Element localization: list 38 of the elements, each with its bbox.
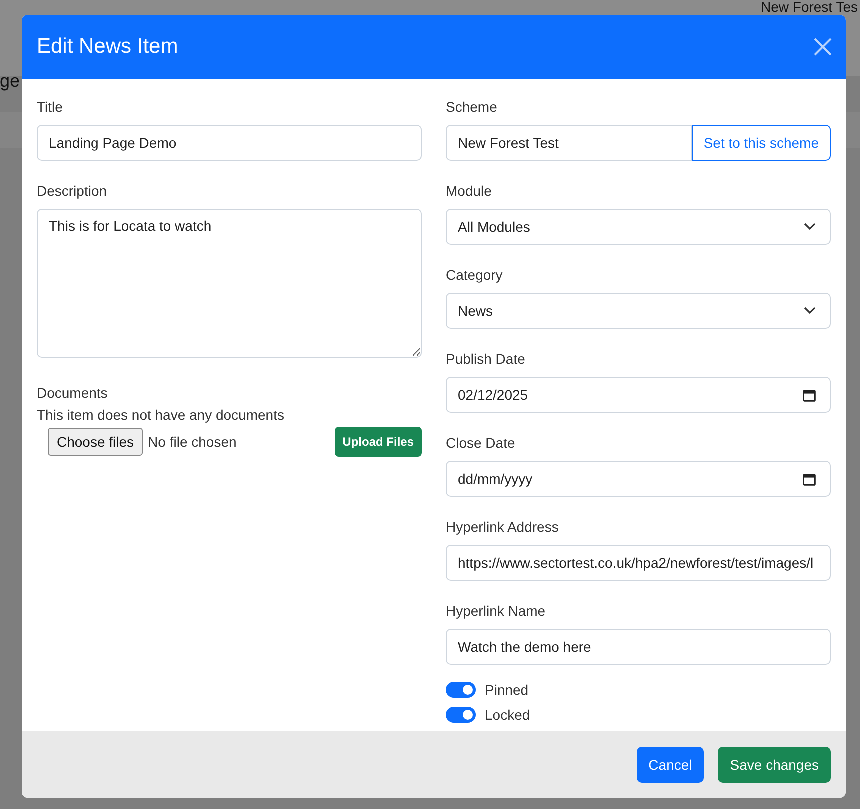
dialog-title: Edit News Item: [37, 35, 178, 59]
set-scheme-button[interactable]: Set to this scheme: [692, 125, 831, 161]
choose-files-button[interactable]: Choose files: [48, 428, 144, 456]
toggle-switch[interactable]: [446, 707, 476, 723]
documents-note: This item does not have any documents: [37, 406, 286, 425]
toggle-label: Pinned: [485, 681, 529, 699]
field-label: Publish Date: [446, 350, 526, 369]
field-label: Documents: [37, 384, 108, 403]
text-field[interactable]: https://www.sectortest.co.uk/hpa2/newforest/test/images/l: [446, 545, 831, 581]
toggle-switch[interactable]: [446, 682, 476, 698]
field-label: Module: [446, 182, 492, 201]
description-field[interactable]: This is for Locata to watch: [37, 209, 422, 358]
select-field[interactable]: All Modules: [446, 209, 831, 245]
field-label: Description: [37, 182, 108, 201]
field-label: Close Date: [446, 434, 516, 453]
calendar-icon[interactable]: [803, 388, 816, 402]
save-button[interactable]: Save changes: [718, 746, 831, 782]
field-label: Title: [37, 98, 63, 117]
date-field[interactable]: 02/12/2025: [446, 377, 831, 413]
date-field[interactable]: dd/mm/yyyy: [446, 461, 831, 497]
field-label: Hyperlink Address: [446, 518, 559, 537]
text-field[interactable]: Watch the demo here: [446, 629, 831, 665]
field-label: Scheme: [446, 98, 498, 117]
chevron-down-icon: [804, 223, 816, 231]
upload-files-button[interactable]: Upload Files: [334, 427, 422, 457]
file-status: No file chosen: [148, 434, 238, 450]
select-field[interactable]: News: [446, 293, 831, 329]
text-field[interactable]: Landing Page Demo: [37, 125, 422, 161]
header-text: New Forest Tes: [761, 0, 858, 14]
toggle-label: Locked: [485, 706, 530, 724]
field-label: Hyperlink Name: [446, 602, 546, 621]
calendar-icon[interactable]: [803, 472, 816, 486]
chevron-down-icon: [804, 307, 816, 315]
close-icon[interactable]: [814, 38, 832, 56]
field-label: Category: [446, 266, 503, 285]
page-title: ge: [0, 70, 21, 92]
cancel-button[interactable]: Cancel: [636, 746, 704, 782]
scheme-field[interactable]: New Forest Test: [446, 125, 692, 161]
